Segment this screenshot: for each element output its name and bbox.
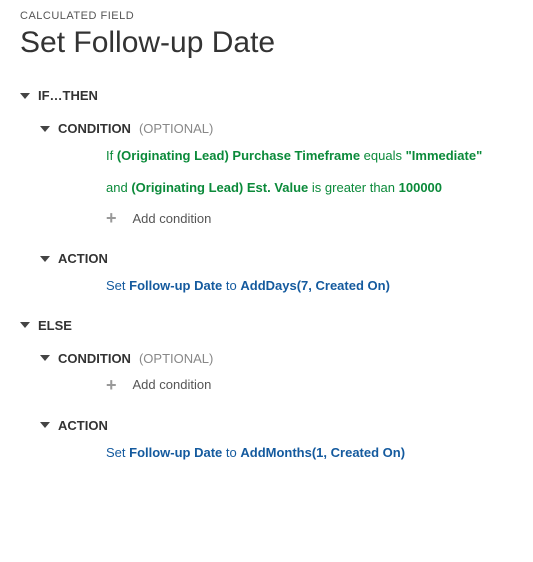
condition-op: is greater than xyxy=(308,180,398,195)
else-action-header[interactable]: ACTION xyxy=(40,414,513,437)
else-label: ELSE xyxy=(38,318,72,333)
plus-icon: + xyxy=(106,209,117,227)
action-field: Follow-up Date xyxy=(129,445,222,460)
page-title: Set Follow-up Date xyxy=(20,26,513,60)
condition-prefix: If xyxy=(106,148,117,163)
condition-op: equals xyxy=(360,148,406,163)
caret-down-icon xyxy=(40,355,50,361)
condition-field: (Originating Lead) Purchase Timeframe xyxy=(117,148,360,163)
action-field: Follow-up Date xyxy=(129,278,222,293)
condition-row-1[interactable]: If (Originating Lead) Purchase Timeframe… xyxy=(98,140,513,172)
else-header[interactable]: ELSE xyxy=(20,314,513,337)
else-condition-section: CONDITION (OPTIONAL) + Add condition xyxy=(40,347,513,404)
if-action-section: ACTION Set Follow-up Date to AddDays(7, … xyxy=(40,247,513,302)
caret-down-icon xyxy=(20,322,30,328)
plus-icon: + xyxy=(106,376,117,394)
add-condition-button[interactable]: + Add condition xyxy=(98,203,513,237)
condition-row-2[interactable]: and (Originating Lead) Est. Value is gre… xyxy=(98,172,513,204)
optional-label: (OPTIONAL) xyxy=(139,121,213,136)
caret-down-icon xyxy=(40,422,50,428)
caret-down-icon xyxy=(40,126,50,132)
if-condition-header[interactable]: CONDITION (OPTIONAL) xyxy=(40,117,513,140)
action-func: AddMonths(1, Created On) xyxy=(240,445,405,460)
optional-label: (OPTIONAL) xyxy=(139,351,213,366)
if-action-header[interactable]: ACTION xyxy=(40,247,513,270)
caret-down-icon xyxy=(40,256,50,262)
action-label: ACTION xyxy=(58,251,108,266)
else-section: ELSE CONDITION (OPTIONAL) + Add conditio… xyxy=(20,314,513,469)
action-row[interactable]: Set Follow-up Date to AddMonths(1, Creat… xyxy=(98,437,513,469)
add-condition-button[interactable]: + Add condition xyxy=(98,370,513,404)
add-condition-label: Add condition xyxy=(133,211,212,226)
condition-value: "Immediate" xyxy=(406,148,483,163)
action-set: Set xyxy=(106,278,129,293)
else-condition-header[interactable]: CONDITION (OPTIONAL) xyxy=(40,347,513,370)
action-to: to xyxy=(222,445,240,460)
if-condition-section: CONDITION (OPTIONAL) If (Originating Lea… xyxy=(40,117,513,237)
if-then-header[interactable]: IF…THEN xyxy=(20,84,513,107)
condition-prefix: and xyxy=(106,180,131,195)
if-then-section: IF…THEN CONDITION (OPTIONAL) If (Origina… xyxy=(20,84,513,302)
action-row[interactable]: Set Follow-up Date to AddDays(7, Created… xyxy=(98,270,513,302)
action-label: ACTION xyxy=(58,418,108,433)
action-set: Set xyxy=(106,445,129,460)
else-action-section: ACTION Set Follow-up Date to AddMonths(1… xyxy=(40,414,513,469)
condition-label: CONDITION xyxy=(58,351,131,366)
condition-field: (Originating Lead) Est. Value xyxy=(131,180,308,195)
caret-down-icon xyxy=(20,93,30,99)
if-then-label: IF…THEN xyxy=(38,88,98,103)
condition-value: 100000 xyxy=(399,180,442,195)
add-condition-label: Add condition xyxy=(133,377,212,392)
condition-label: CONDITION xyxy=(58,121,131,136)
action-func: AddDays(7, Created On) xyxy=(240,278,390,293)
action-to: to xyxy=(222,278,240,293)
eyebrow-label: CALCULATED FIELD xyxy=(20,10,513,22)
